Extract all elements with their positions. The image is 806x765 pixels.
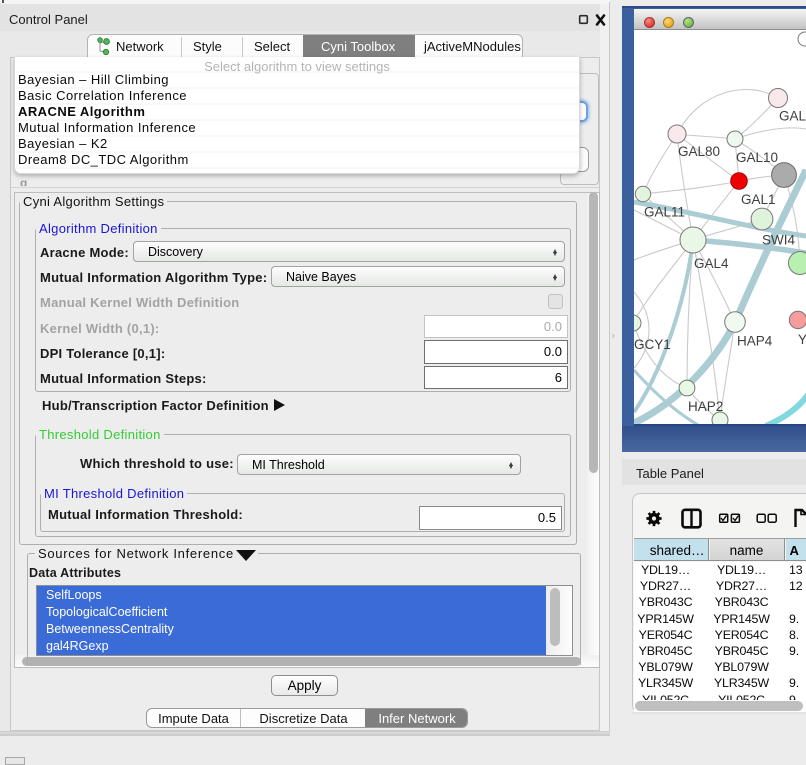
svg-text:GCY1: GCY1 <box>634 337 671 352</box>
svg-text:GAL11: GAL11 <box>644 205 685 220</box>
svg-text:HAP2: HAP2 <box>688 399 723 414</box>
svg-text:YM: YM <box>798 332 806 347</box>
svg-text:GAL1: GAL1 <box>741 192 776 207</box>
svg-text:HAP4: HAP4 <box>737 334 773 349</box>
svg-text:GAL10: GAL10 <box>736 150 778 165</box>
svg-text:GAL4: GAL4 <box>694 256 729 271</box>
svg-text:GAL80: GAL80 <box>678 144 720 159</box>
svg-text:SWI4: SWI4 <box>762 233 795 248</box>
svg-text:GAL7: GAL7 <box>779 109 806 124</box>
